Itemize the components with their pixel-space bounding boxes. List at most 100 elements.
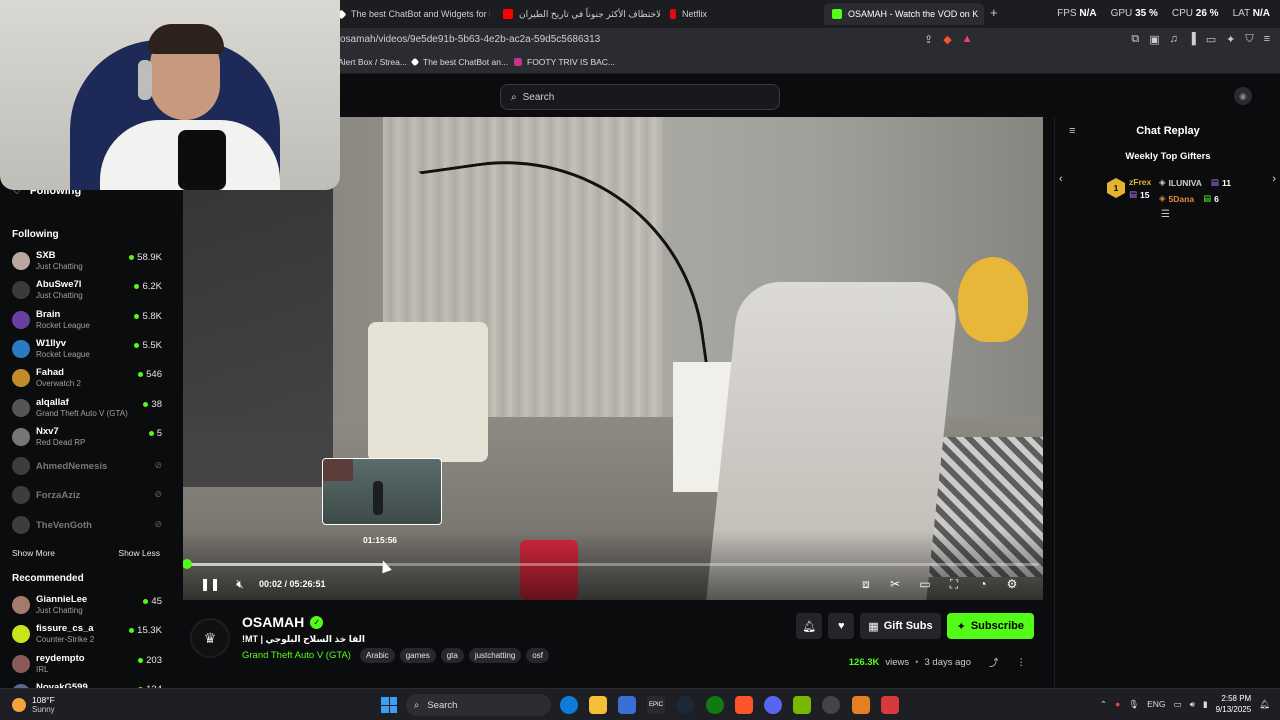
follow-button[interactable]: ♥ xyxy=(828,613,855,639)
extensions-icon[interactable]: ⧉ xyxy=(1131,33,1139,46)
mini-player-button[interactable]: ⧈ xyxy=(857,575,875,593)
sidebar-channel-brain[interactable]: Brain Rocket League 5.8K xyxy=(12,308,162,334)
sun-icon xyxy=(12,697,26,712)
sidebar-channel-nxv7[interactable]: Nxv7 Red Dead RP 5 xyxy=(12,425,162,451)
recommended-section-title: Recommended xyxy=(12,573,84,584)
sidebar-channel-fissure-cs-a[interactable]: fissure_cs_a Counter-Strike 2 15.3K xyxy=(12,622,162,648)
volume-icon[interactable]: 🔊︎ xyxy=(1190,699,1195,710)
sidebar-channel-w1llyv[interactable]: W1llyv Rocket League 5.5K xyxy=(12,337,162,363)
new-tab-button[interactable]: + xyxy=(990,5,998,20)
tag-games[interactable]: games xyxy=(399,648,436,663)
share-icon[interactable]: ⇪ xyxy=(924,33,933,46)
battery-icon[interactable]: ▮ xyxy=(1203,699,1208,710)
app-icon[interactable] xyxy=(881,696,899,714)
epic-games-icon[interactable]: EPIC xyxy=(647,696,665,714)
subscribe-button[interactable]: ✦ Subscribe xyxy=(946,613,1034,639)
show-more-button[interactable]: Show More xyxy=(12,548,55,558)
bookmark-footy-triv[interactable]: FOOTY TRIV IS BAC... xyxy=(514,57,615,67)
media-icon[interactable]: ♫ xyxy=(1170,33,1178,46)
notification-icon[interactable]: 🔔︎ xyxy=(1259,699,1270,710)
seek-bar[interactable] xyxy=(183,559,1039,569)
app-icon[interactable] xyxy=(852,696,870,714)
gifter-3[interactable]: ◈ 5Dana ▤ 6 xyxy=(1159,193,1219,204)
xbox-icon[interactable] xyxy=(706,696,724,714)
leo-ai-icon[interactable]: ✦ xyxy=(1226,33,1235,46)
tab-chatbot[interactable]: The best ChatBot and Widgets for Ki xyxy=(330,3,490,25)
gift-subs-button[interactable]: ▦ Gift Subs xyxy=(860,613,941,639)
tag-osf[interactable]: osf xyxy=(526,648,549,663)
tab-kick-vod[interactable]: OSAMAH - Watch the VOD on K ✕ xyxy=(824,3,984,25)
tag-justchatting[interactable]: justchatting xyxy=(468,648,522,663)
bookmark-alert-box[interactable]: Alert Box / Strea... xyxy=(338,57,407,67)
taskbar-search[interactable]: ⌕ Search xyxy=(406,694,551,716)
sidebar-channel-fahad[interactable]: Fahad Overwatch 2 546 xyxy=(12,366,162,392)
store-icon[interactable] xyxy=(618,696,636,714)
fullscreen-button[interactable]: ⛶ xyxy=(945,575,963,593)
video-frame xyxy=(183,187,333,487)
edge-icon[interactable] xyxy=(560,696,578,714)
brave-shield-icon[interactable]: ◆ xyxy=(943,33,951,46)
sidebar-channel-giannielee[interactable]: GiannieLee Just Chatting 45 xyxy=(12,593,162,619)
sidebar-channel-alqallaf[interactable]: alqallaf Grand Theft Auto V (GTA) 38 xyxy=(12,396,162,422)
discord-icon[interactable] xyxy=(764,696,782,714)
expand-gifters-icon[interactable]: ☰ xyxy=(1161,209,1170,220)
menu-icon[interactable]: ≡ xyxy=(1264,33,1270,46)
sidebar-channel-reydempto[interactable]: reydempto IRL 203 xyxy=(12,652,162,678)
sidebar-channel-ahmednemesis[interactable]: AhmedNemesis ⊘ xyxy=(12,454,162,480)
seek-preview-thumbnail xyxy=(322,458,442,525)
chevron-left-icon[interactable]: ‹ xyxy=(1059,173,1063,185)
gifter-1[interactable]: zFrex xyxy=(1129,177,1151,187)
preview-character xyxy=(373,481,383,515)
start-button[interactable] xyxy=(381,697,397,713)
posted-ago: 3 days ago xyxy=(924,656,971,668)
brave-rewards-icon[interactable]: ▲ xyxy=(962,33,973,46)
gift-subs-label: Gift Subs xyxy=(883,620,933,632)
clock[interactable]: 2:58 PM 9/13/2025 xyxy=(1216,693,1252,715)
weather-widget[interactable]: 108°F Sunny xyxy=(12,695,55,714)
stream-title: !MT | القا خذ السلاح البلوجي xyxy=(242,634,366,644)
security-icon[interactable]: ● xyxy=(1115,699,1120,709)
user-avatar[interactable]: ◉ xyxy=(1234,87,1252,105)
tag-arabic[interactable]: Arabic xyxy=(360,648,395,663)
url-field[interactable]: osamah/videos/9e5de91b-5b63-4e2b-ac2a-59… xyxy=(340,34,600,45)
clock-time: 2:58 PM xyxy=(1221,694,1252,703)
wallet-icon[interactable]: ▭ xyxy=(1206,33,1216,46)
tag-gta[interactable]: gta xyxy=(440,648,464,663)
sidebar-channel-forzaaziz[interactable]: ForzaAziz ⊘ xyxy=(12,483,162,509)
sidebar-channel-thevengoth[interactable]: TheVenGoth ⊘ xyxy=(12,513,162,539)
gifter-2[interactable]: ◈ ILUNIVA ▤ 11 xyxy=(1159,177,1231,188)
sidebar-channel-abuswe7l[interactable]: AbuSwe7l Just Chatting 6.2K xyxy=(12,278,162,304)
steam-icon[interactable] xyxy=(676,696,694,714)
notifications-button[interactable]: 🔔︎ xyxy=(796,613,823,639)
network-icon[interactable]: ▭ xyxy=(1174,699,1182,710)
mute-button[interactable]: 🔇︎ xyxy=(231,575,249,593)
playback-speed-button[interactable]: ◔ xyxy=(974,575,992,593)
language-indicator[interactable]: ENG xyxy=(1147,699,1165,709)
brave-icon[interactable] xyxy=(735,696,753,714)
channel-name: fissure_cs_a xyxy=(36,623,94,635)
channel-avatar[interactable]: ♛ xyxy=(190,618,230,658)
share-icon[interactable]: ⤴ xyxy=(989,655,999,669)
vpn-icon[interactable]: ⛉ xyxy=(1245,33,1253,46)
clip-button[interactable]: ✂ xyxy=(886,575,904,593)
nvidia-icon[interactable] xyxy=(793,696,811,714)
show-less-button[interactable]: Show Less xyxy=(118,548,160,558)
theater-mode-button[interactable]: ▭ xyxy=(916,575,934,593)
settings-button[interactable]: ⚙ xyxy=(1003,575,1021,593)
channel-name[interactable]: OSAMAH xyxy=(242,614,304,630)
file-explorer-icon[interactable] xyxy=(589,696,607,714)
tab-netflix[interactable]: Netflix xyxy=(662,3,812,25)
search-input[interactable]: ⌕ Search xyxy=(500,84,780,110)
microphone-icon[interactable]: 🎙︎ xyxy=(1128,699,1139,710)
obs-icon[interactable] xyxy=(822,696,840,714)
screenshot-icon[interactable]: ▣ xyxy=(1149,33,1159,46)
tab-youtube[interactable]: الاختطاف الأكثر جنوناً في تاريخ الطيران xyxy=(495,3,660,25)
chevron-up-icon[interactable]: ⌃ xyxy=(1100,699,1107,710)
sidebar-icon[interactable]: ▐ xyxy=(1188,33,1196,46)
stream-category[interactable]: Grand Theft Auto V (GTA) xyxy=(242,650,351,661)
bookmark-chatbot[interactable]: The best ChatBot an... xyxy=(410,57,508,67)
sidebar-channel-sxb[interactable]: SXB Just Chatting 58.9K xyxy=(12,249,162,275)
more-options-icon[interactable]: ⋮ xyxy=(1017,657,1027,668)
chevron-right-icon[interactable]: › xyxy=(1272,173,1276,185)
pause-button[interactable]: ❚❚ xyxy=(200,575,220,593)
